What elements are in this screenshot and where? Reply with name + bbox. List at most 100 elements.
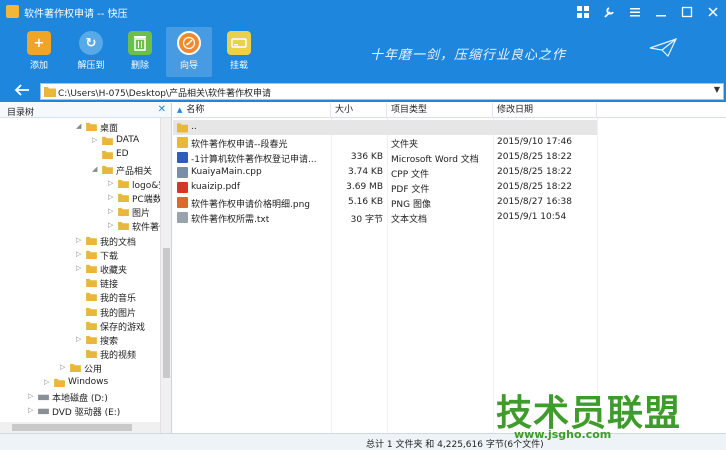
tree-vertical-scrollbar[interactable] bbox=[160, 118, 171, 433]
expand-arrow-icon[interactable]: ▷ bbox=[76, 264, 84, 273]
file-size: 336 KB bbox=[350, 152, 383, 162]
tree-item[interactable]: ▷ 公用 bbox=[60, 361, 160, 375]
menu-icon[interactable] bbox=[622, 0, 648, 24]
tree-horizontal-scrollbar[interactable] bbox=[0, 422, 160, 433]
wrench-icon[interactable] bbox=[596, 0, 622, 24]
app-logo-icon bbox=[6, 5, 19, 18]
file-row[interactable]: 软件著作权申请--段春光 文件夹 2015/9/10 17:46 bbox=[173, 135, 597, 150]
column-header-size[interactable]: 大小 bbox=[331, 103, 387, 118]
file-size: 5.16 KB bbox=[348, 197, 383, 207]
expand-arrow-icon[interactable]: ▷ bbox=[108, 221, 116, 230]
expand-arrow-icon[interactable]: ▷ bbox=[44, 378, 52, 387]
folder-icon bbox=[177, 137, 188, 148]
tree-item[interactable]: 我的视频 bbox=[76, 347, 160, 361]
tree-item[interactable]: ▷ DVD 驱动器 (E:) bbox=[28, 404, 160, 418]
delete-button[interactable]: 删除 bbox=[117, 27, 163, 77]
expand-arrow-icon[interactable]: ▷ bbox=[76, 250, 84, 259]
expand-arrow-icon[interactable]: ▷ bbox=[108, 207, 116, 216]
folder-icon bbox=[86, 264, 97, 273]
wizard-button[interactable]: 向导 bbox=[166, 27, 212, 77]
file-row[interactable]: 软件著作权申请价格明细.png 5.16 KB PNG 图像 2015/8/27 16… bbox=[173, 195, 597, 210]
file-type: CPP 文件 bbox=[391, 170, 429, 180]
address-bar: C:\Users\H-075\Desktop\产品相关\软件著作权申请 ▼ bbox=[0, 80, 726, 102]
tree-item-label: 图片 bbox=[132, 209, 151, 220]
expand-arrow-icon[interactable]: ◢ bbox=[76, 122, 84, 131]
tree-item[interactable]: ▷ logo&安卓 bbox=[108, 177, 171, 191]
slogan-text: 十年磨一剑，压缩行业良心之作 bbox=[370, 48, 567, 63]
tree-item-label: ED bbox=[116, 149, 129, 160]
column-header-date[interactable]: 修改日期 bbox=[493, 103, 597, 118]
tree-item-label: DATA bbox=[116, 135, 140, 146]
tree-item[interactable]: ▷ DATA bbox=[92, 134, 160, 148]
file-size: 3.69 MB bbox=[346, 182, 383, 192]
scroll-thumb[interactable] bbox=[12, 424, 132, 431]
expand-arrow-icon[interactable]: ▷ bbox=[76, 335, 84, 344]
minimize-icon[interactable] bbox=[648, 0, 674, 24]
expand-arrow-icon[interactable]: ▷ bbox=[108, 179, 116, 188]
file-name: kuaizip.pdf bbox=[191, 182, 241, 192]
dropdown-arrow-icon[interactable]: ▼ bbox=[714, 85, 720, 94]
tree-item[interactable]: ▷ 搜索 bbox=[76, 333, 160, 347]
expand-arrow-icon[interactable]: ▷ bbox=[28, 392, 36, 401]
drive-icon bbox=[38, 394, 49, 400]
tree-item-label: Windows bbox=[68, 376, 109, 387]
tree-item[interactable]: ▷ 本地磁盘 (D:) bbox=[28, 390, 160, 404]
close-icon[interactable] bbox=[700, 0, 726, 24]
tree-item[interactable]: ▷ Windows bbox=[44, 376, 160, 390]
path-text: C:\Users\H-075\Desktop\产品相关\软件著作权申请 bbox=[58, 89, 271, 99]
tree-item[interactable]: ▷ 我的文档 bbox=[76, 234, 160, 248]
folder-icon bbox=[102, 137, 113, 146]
parent-directory-row[interactable]: .. bbox=[173, 120, 597, 135]
tree-item[interactable]: ◢ 桌面 bbox=[76, 120, 160, 134]
tree-item-label: 收藏夹 bbox=[100, 266, 128, 276]
cpp-icon bbox=[177, 167, 188, 178]
tree-item[interactable]: 链接 bbox=[76, 276, 160, 290]
file-name: 软件著作权所需.txt bbox=[191, 215, 270, 225]
tree-item[interactable]: ▷软件著作权 bbox=[108, 219, 171, 233]
file-row[interactable]: 软件著作权所需.txt 30 字节 文本文档 2015/9/1 10:54 bbox=[173, 210, 597, 225]
file-row[interactable]: KuaiyaMain.cpp 3.74 KB CPP 文件 2015/8/25 18:… bbox=[173, 165, 597, 180]
file-row[interactable]: kuaizip.pdf 3.69 MB PDF 文件 2015/8/25 18:22 bbox=[173, 180, 597, 195]
file-size: 3.74 KB bbox=[348, 167, 383, 177]
folder-icon bbox=[86, 350, 97, 359]
maximize-icon[interactable] bbox=[674, 0, 700, 24]
path-input[interactable]: C:\Users\H-075\Desktop\产品相关\软件著作权申请 ▼ bbox=[40, 83, 724, 100]
tree-item[interactable]: 我的图片 bbox=[76, 305, 160, 319]
folder-icon bbox=[118, 193, 129, 202]
tree-item[interactable]: ▷ 图片 bbox=[108, 205, 160, 219]
expand-arrow-icon[interactable]: ▷ bbox=[108, 193, 116, 202]
folder-icon bbox=[102, 151, 113, 160]
file-type: 文本文档 bbox=[391, 215, 428, 225]
tree-item[interactable]: ▷ PC端数据 bbox=[108, 191, 171, 205]
grid-icon[interactable] bbox=[570, 0, 596, 24]
mount-icon bbox=[227, 31, 251, 55]
file-row[interactable]: -1计算机软件著作权登记申请... 336 KB Microsoft Word 文档… bbox=[173, 150, 597, 165]
expand-arrow-icon[interactable]: ▷ bbox=[28, 406, 36, 415]
back-arrow-icon[interactable] bbox=[14, 83, 34, 99]
column-header-type[interactable]: 项目类型 bbox=[387, 103, 493, 118]
column-header-name[interactable]: ▲ 名称 bbox=[173, 103, 331, 118]
add-button[interactable]: + 添加 bbox=[16, 27, 62, 77]
expand-arrow-icon[interactable]: ▷ bbox=[60, 363, 68, 372]
folder-icon bbox=[177, 123, 188, 133]
extract-button[interactable]: ↻ 解压到 bbox=[68, 27, 114, 77]
mount-button[interactable]: 挂载 bbox=[216, 27, 262, 77]
file-date: 2015/9/1 10:54 bbox=[497, 212, 567, 222]
tree-item[interactable]: ◢ 产品相关 bbox=[92, 163, 160, 177]
scroll-thumb[interactable] bbox=[163, 248, 170, 378]
expand-arrow-icon[interactable]: ▷ bbox=[76, 236, 84, 245]
tree-close-icon[interactable]: ✕ bbox=[158, 104, 166, 115]
tree-item[interactable]: ▷ 下载 bbox=[76, 248, 160, 262]
folder-icon bbox=[44, 87, 56, 97]
paper-plane-icon bbox=[649, 37, 678, 58]
expand-arrow-icon[interactable]: ◢ bbox=[92, 165, 100, 174]
tree-item-label: 公用 bbox=[84, 365, 103, 376]
tree-item-label: 本地磁盘 (D:) bbox=[52, 393, 108, 404]
tree-item[interactable]: 保存的游戏 bbox=[76, 319, 160, 333]
folder-icon bbox=[70, 364, 81, 373]
tree-item[interactable]: ▷ 收藏夹 bbox=[76, 262, 160, 276]
tree-item-label: 我的音乐 bbox=[100, 294, 137, 305]
tree-item[interactable]: 我的音乐 bbox=[76, 290, 160, 304]
tree-item[interactable]: ED bbox=[92, 148, 160, 162]
expand-arrow-icon[interactable]: ▷ bbox=[92, 136, 100, 145]
